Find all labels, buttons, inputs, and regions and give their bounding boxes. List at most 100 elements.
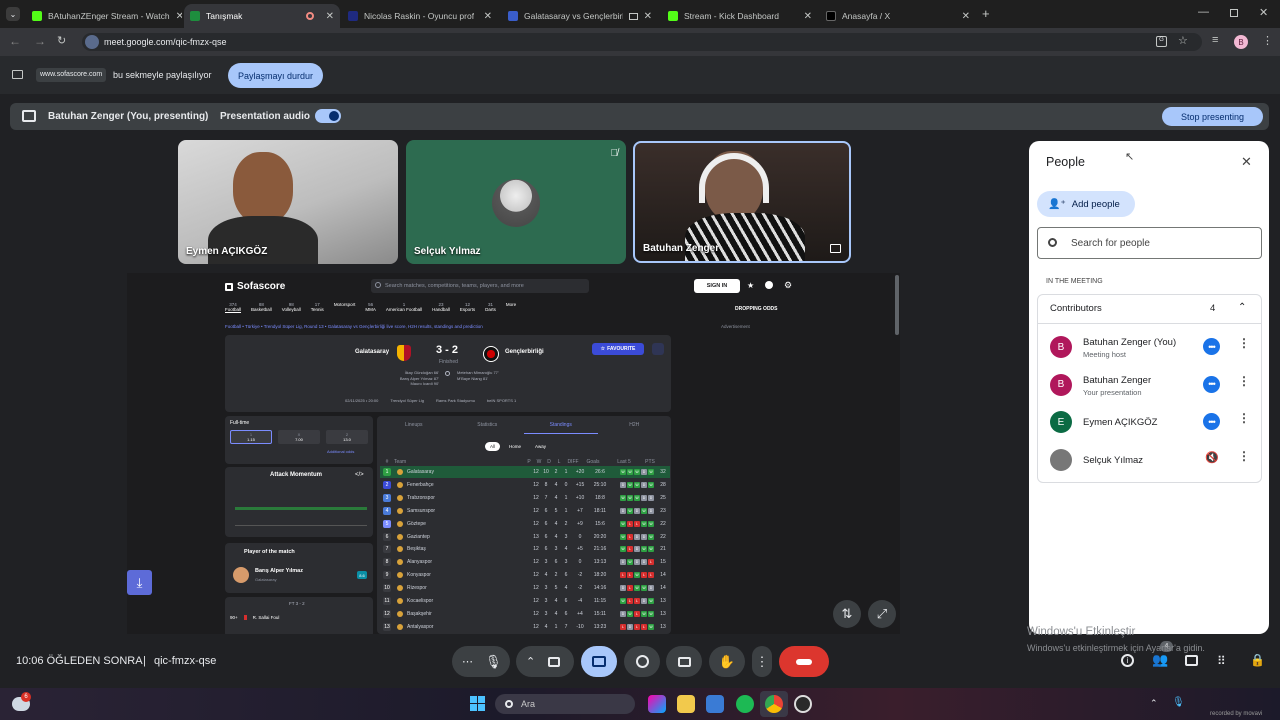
download-chip-icon[interactable]: ⤓: [127, 570, 152, 595]
sport-nav-item[interactable]: 17 Tennis: [311, 302, 324, 313]
browser-tab[interactable]: Galatasaray vs Gençlerbirliği ✕: [502, 4, 658, 28]
chat-icon[interactable]: [1185, 655, 1198, 666]
standings-row[interactable]: 4 Samsunspor 12 6 5 1 +7 18:11 D W D W D 23: [380, 505, 670, 517]
people-search-input[interactable]: Search for people: [1037, 227, 1262, 259]
stop-presenting-button[interactable]: Stop presenting: [1162, 107, 1263, 126]
profile-avatar[interactable]: B: [1234, 35, 1248, 49]
more-options-button[interactable]: ⋮: [752, 646, 772, 677]
notifications-icon[interactable]: [765, 281, 773, 289]
participant-tile-eymen[interactable]: Eymen AÇIKGÖZ: [178, 140, 398, 264]
standings-row[interactable]: 3 Trabzonspor 12 7 4 1 +10 18:8 W W W D D 25: [380, 492, 670, 504]
browser-tab[interactable]: Nicolas Raskin - Oyuncu profili ✕: [342, 4, 498, 28]
standings-row[interactable]: 6 Gaziantep 13 6 4 3 0 20:20 W L D D W 22: [380, 531, 670, 543]
participant-more-options-icon[interactable]: ⋮: [1238, 411, 1250, 425]
back-icon[interactable]: ←: [9, 34, 21, 48]
standings-filter[interactable]: All: [485, 442, 501, 451]
close-tab-icon[interactable]: ✕: [326, 11, 334, 22]
match-tab[interactable]: Lineups: [377, 419, 451, 434]
browser-tab-active[interactable]: Tanışmak ✕: [184, 4, 340, 28]
obs-icon[interactable]: [794, 695, 812, 713]
home-team-name[interactable]: Galatasaray: [355, 349, 389, 355]
sport-nav-item[interactable]: 98 Volleyball: [282, 302, 301, 313]
sport-nav-item[interactable]: 1 American Football: [386, 302, 422, 313]
bookmark-star-icon[interactable]: ☆: [1178, 34, 1188, 47]
favourite-button[interactable]: ☆ FAVOURITE: [592, 343, 644, 355]
host-controls-icon[interactable]: 🔒: [1250, 653, 1265, 667]
browser-tab[interactable]: BAtuhanZEnger Stream - Watch ✕: [26, 4, 182, 28]
sport-nav-item[interactable]: 88 Basketball: [251, 302, 272, 313]
meeting-code[interactable]: qic-fmzx-qse: [154, 655, 216, 667]
potm-player-name[interactable]: Barış Alper Yılmaz: [255, 568, 303, 574]
activities-grid-icon[interactable]: ⠿: [1217, 654, 1226, 668]
camera-button[interactable]: ⌃: [516, 646, 574, 677]
participant-more-options-icon[interactable]: ⋮: [1238, 449, 1250, 463]
dropping-odds-link[interactable]: DROPPING ODDS: [735, 306, 778, 312]
start-button-icon[interactable]: [470, 696, 485, 711]
sport-nav-item[interactable]: 31 Darts: [485, 302, 496, 313]
shared-scrollbar[interactable]: [895, 275, 899, 335]
close-tab-icon[interactable]: ✕: [176, 11, 182, 22]
presentation-audio-toggle[interactable]: [315, 109, 341, 123]
microsoft-store-icon[interactable]: [706, 695, 724, 713]
standings-row[interactable]: 1 Galatasaray 12 10 2 1 +20 26:6 W W W D W 32: [380, 466, 670, 478]
forward-icon[interactable]: →: [34, 34, 46, 48]
media-control-icon[interactable]: ≡: [1212, 34, 1218, 46]
emoji-reactions-button[interactable]: [624, 646, 660, 677]
odds-button[interactable]: 2 13.0: [326, 430, 368, 444]
people-icon[interactable]: 👥: [1152, 652, 1168, 668]
close-panel-icon[interactable]: ✕: [1241, 154, 1252, 170]
standings-row[interactable]: 9 Konyaspor 12 4 2 6 -2 18:20 L L W L L 14: [380, 569, 670, 581]
additional-odds-link[interactable]: Additional odds: [327, 449, 354, 454]
standings-filter[interactable]: Away: [530, 442, 551, 451]
sport-nav-item[interactable]: 23 Handball: [432, 302, 450, 313]
translate-icon[interactable]: G: [1156, 36, 1167, 47]
standings-row[interactable]: 13 Antalyaspor 12 4 1 7 -10 13:23 L D L L W 13: [380, 621, 670, 633]
odds-button[interactable]: 1 1.15: [230, 430, 272, 444]
share-icon[interactable]: [652, 343, 664, 355]
spotify-icon[interactable]: [736, 695, 754, 713]
close-window-icon[interactable]: ✕: [1259, 6, 1268, 19]
participant-row[interactable]: Selçuk Yılmaz 🔇 ⋮: [1037, 441, 1262, 478]
sport-nav-item[interactable]: 374 Football: [225, 302, 242, 313]
present-screen-button[interactable]: [581, 646, 617, 677]
file-explorer-icon[interactable]: [677, 695, 695, 713]
stop-sharing-button[interactable]: Paylaşmayı durdur: [228, 63, 323, 88]
away-team-name[interactable]: Gençlerbirliği: [505, 349, 544, 355]
participant-more-options-icon[interactable]: ⋮: [1238, 336, 1250, 350]
contributors-header[interactable]: Contributors 4 ⌃: [1037, 294, 1262, 324]
standings-row[interactable]: 8 Alanyaspor 12 3 6 3 0 13:13 D W D D L 15: [380, 556, 670, 568]
new-tab-icon[interactable]: +: [982, 6, 990, 21]
chevron-up-icon[interactable]: ⌃: [1238, 302, 1246, 313]
sport-nav-item[interactable]: 12 Esports: [460, 302, 475, 313]
participant-row[interactable]: E Eymen AÇIKGÖZ ••• ⋮: [1037, 403, 1262, 440]
close-tab-icon[interactable]: ✕: [804, 11, 812, 22]
standings-row[interactable]: 10 Rizespor 12 3 5 4 -2 14:16 D L W W D 14: [380, 582, 670, 594]
embed-code-icon[interactable]: </>: [355, 472, 364, 478]
close-tab-icon[interactable]: ✕: [962, 11, 970, 22]
standings-row[interactable]: 2 Fenerbahçe 12 8 4 0 +15 25:10 D W W D W 28: [380, 479, 670, 491]
odds-button[interactable]: X 7.00: [278, 430, 320, 444]
address-bar[interactable]: meet.google.com/qic-fmzx-qse: [82, 33, 1202, 51]
system-tray-mic-icon[interactable]: 🎙: [1172, 697, 1185, 708]
browser-tab[interactable]: Stream - Kick Dashboard ✕: [662, 4, 818, 28]
fullscreen-button[interactable]: ⤢: [868, 600, 896, 628]
standings-row[interactable]: 7 Beşiktaş 12 6 3 4 +5 21:16 W L D W W 21: [380, 543, 670, 555]
participant-row[interactable]: B Batuhan Zenger (You) Meeting host ••• ⋮: [1037, 328, 1262, 365]
sofascore-search[interactable]: Search matches, competitions, teams, pla…: [371, 279, 589, 293]
more-audio-options-button[interactable]: ⋯ 🎙: [452, 646, 510, 677]
participant-more-options-icon[interactable]: ⋮: [1238, 374, 1250, 388]
participant-tile-batuhan[interactable]: Batuhan Zenger: [633, 141, 851, 263]
captions-button[interactable]: [666, 646, 702, 677]
taskbar-search[interactable]: Ara: [495, 694, 635, 714]
site-info-icon[interactable]: [85, 35, 99, 49]
meeting-details-icon[interactable]: i: [1121, 654, 1134, 667]
standings-row[interactable]: 11 Kocaelispor 12 3 4 6 -4 11:15 W L L D W 13: [380, 595, 670, 607]
minimize-window-icon[interactable]: —: [1198, 6, 1209, 18]
browser-tab[interactable]: Anasayfa / X ✕: [820, 4, 976, 28]
reload-icon[interactable]: ↻: [57, 34, 66, 47]
match-tab[interactable]: H2H: [598, 419, 672, 434]
copilot-icon[interactable]: [648, 695, 666, 713]
standings-row[interactable]: 12 Başakşehir 12 3 4 6 +4 15:11 D W L W W 13: [380, 608, 670, 620]
sofascore-logo[interactable]: Sofascore: [225, 281, 285, 292]
system-tray-network-icon[interactable]: ⌃: [1150, 698, 1158, 709]
